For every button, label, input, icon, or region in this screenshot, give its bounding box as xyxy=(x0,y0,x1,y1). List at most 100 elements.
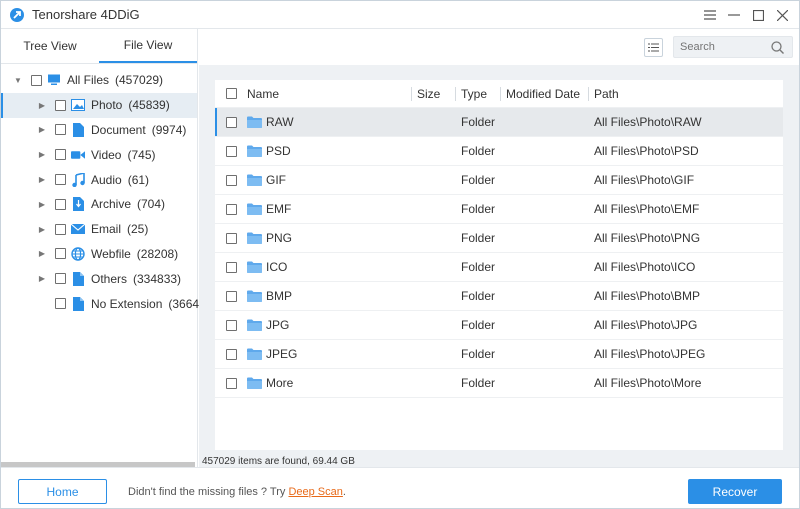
list-view-button[interactable] xyxy=(644,37,663,57)
home-button[interactable]: Home xyxy=(18,479,107,504)
hint-end: . xyxy=(342,486,346,498)
file-table: Name Size Type Modified Date Path RAW Fol… xyxy=(215,80,783,450)
collapse-arrow-icon[interactable]: ▼ xyxy=(13,75,23,85)
table-row[interactable]: PSD Folder All Files\Photo\PSD xyxy=(215,137,783,166)
search-icon[interactable] xyxy=(769,39,785,55)
menu-icon[interactable] xyxy=(701,6,719,24)
checkbox[interactable] xyxy=(55,223,66,235)
toolbar xyxy=(199,29,799,65)
name-cell: EMF xyxy=(243,202,413,216)
table-row[interactable]: ICO Folder All Files\Photo\ICO xyxy=(215,253,783,282)
row-checkbox[interactable] xyxy=(225,232,237,244)
folder-icon xyxy=(247,174,262,186)
expand-arrow-icon[interactable]: ▶ xyxy=(37,150,47,160)
checkbox[interactable] xyxy=(55,298,66,310)
table-row[interactable]: More Folder All Files\Photo\More xyxy=(215,369,783,398)
checkbox[interactable] xyxy=(31,74,42,86)
hint-text: Didn't find the missing files ? Try xyxy=(128,486,289,498)
checkbox[interactable] xyxy=(55,174,66,186)
tree-item-audio[interactable]: ▶ Audio (61) xyxy=(1,167,197,192)
maximize-icon[interactable] xyxy=(749,6,767,24)
checkbox[interactable] xyxy=(55,248,66,260)
row-checkbox-cell xyxy=(215,145,243,157)
tree-item-archive[interactable]: ▶ Archive (704) xyxy=(1,192,197,217)
expand-arrow-icon[interactable]: ▶ xyxy=(37,249,47,259)
checkbox[interactable] xyxy=(55,273,66,285)
expand-arrow-icon[interactable]: ▶ xyxy=(37,274,47,284)
tree-count: (704) xyxy=(137,197,166,212)
title-bar: Tenorshare 4DDiG xyxy=(1,1,799,29)
table-row[interactable]: EMF Folder All Files\Photo\EMF xyxy=(215,195,783,224)
tree-item-video[interactable]: ▶ Video (745) xyxy=(1,142,197,167)
column-header-modified-date[interactable]: Modified Date xyxy=(500,86,590,101)
expand-arrow-icon[interactable]: ▶ xyxy=(37,224,47,234)
row-checkbox[interactable] xyxy=(225,174,237,186)
deep-scan-link[interactable]: Deep Scan xyxy=(288,486,342,498)
table-row[interactable]: BMP Folder All Files\Photo\BMP xyxy=(215,282,783,311)
folder-icon xyxy=(247,232,262,244)
select-all-checkbox[interactable] xyxy=(225,88,237,99)
row-checkbox-cell xyxy=(215,116,243,128)
search-input[interactable] xyxy=(674,37,769,57)
expand-arrow-icon[interactable]: ▶ xyxy=(37,125,47,135)
file-name: ICO xyxy=(266,260,288,274)
close-icon[interactable] xyxy=(773,6,791,24)
minimize-icon[interactable] xyxy=(725,6,743,24)
table-row[interactable]: GIF Folder All Files\Photo\GIF xyxy=(215,166,783,195)
column-header-type[interactable]: Type xyxy=(455,86,502,101)
file-name: PNG xyxy=(266,231,293,245)
row-checkbox[interactable] xyxy=(225,290,237,302)
file-icon xyxy=(71,296,85,311)
row-checkbox[interactable] xyxy=(225,319,237,331)
table-row[interactable]: RAW Folder All Files\Photo\RAW xyxy=(215,108,783,137)
tree-item-no-extension[interactable]: No Extension (36640) xyxy=(1,291,210,316)
folder-icon xyxy=(247,203,262,215)
expand-arrow-icon[interactable]: ▶ xyxy=(37,199,47,209)
expand-arrow-icon[interactable]: ▶ xyxy=(37,100,47,110)
column-header-path[interactable]: Path xyxy=(588,86,783,101)
row-checkbox[interactable] xyxy=(225,348,237,360)
recover-button[interactable]: Recover xyxy=(688,479,782,504)
name-cell: PNG xyxy=(243,231,413,245)
expand-arrow-icon[interactable]: ▶ xyxy=(37,175,47,185)
row-checkbox[interactable] xyxy=(225,377,237,389)
row-checkbox[interactable] xyxy=(225,203,237,215)
tree-item-email[interactable]: ▶ Email (25) xyxy=(1,217,197,242)
file-name: BMP xyxy=(266,289,293,303)
email-icon xyxy=(71,222,85,236)
path-cell: All Files\Photo\More xyxy=(594,376,702,390)
row-checkbox[interactable] xyxy=(225,261,237,273)
type-cell: Folder xyxy=(461,173,496,187)
tree-item-document[interactable]: ▶ Document (9974) xyxy=(1,118,197,143)
name-cell: JPG xyxy=(243,318,413,332)
checkbox[interactable] xyxy=(55,198,66,210)
file-tree: ▼ All Files (457029) ▶ Photo (45839) ▶ D… xyxy=(1,64,210,316)
file-name: More xyxy=(266,376,294,390)
path-cell: All Files\Photo\PSD xyxy=(594,144,699,158)
checkbox[interactable] xyxy=(55,149,66,161)
checkbox[interactable] xyxy=(55,99,66,111)
folder-icon xyxy=(247,116,262,128)
checkbox[interactable] xyxy=(55,124,66,136)
tree-item-webfile[interactable]: ▶ Webfile (28208) xyxy=(1,242,197,267)
tree-label: No Extension xyxy=(91,296,163,311)
table-row[interactable]: JPEG Folder All Files\Photo\JPEG xyxy=(215,340,783,369)
tree-root[interactable]: ▼ All Files (457029) xyxy=(1,68,197,93)
type-cell: Folder xyxy=(461,289,496,303)
row-checkbox[interactable] xyxy=(225,116,237,128)
tab-tree-view[interactable]: Tree View xyxy=(1,29,99,63)
column-header-name[interactable]: Name xyxy=(243,87,413,101)
table-row[interactable]: JPG Folder All Files\Photo\JPG xyxy=(215,311,783,340)
folder-icon xyxy=(247,261,262,273)
tab-file-view[interactable]: File View xyxy=(99,29,197,63)
row-checkbox-cell xyxy=(215,261,243,273)
file-name: JPG xyxy=(266,318,290,332)
app-window: Tenorshare 4DDiG Tree View File View ▼ A… xyxy=(0,0,800,509)
table-row[interactable]: PNG Folder All Files\Photo\PNG xyxy=(215,224,783,253)
column-header-size[interactable]: Size xyxy=(411,86,457,101)
tree-item-photo[interactable]: ▶ Photo (45839) xyxy=(1,92,197,118)
archive-icon xyxy=(71,197,85,212)
row-checkbox[interactable] xyxy=(225,145,237,157)
app-logo-icon xyxy=(10,7,24,22)
tree-item-others[interactable]: ▶ Others (334833) xyxy=(1,266,197,291)
